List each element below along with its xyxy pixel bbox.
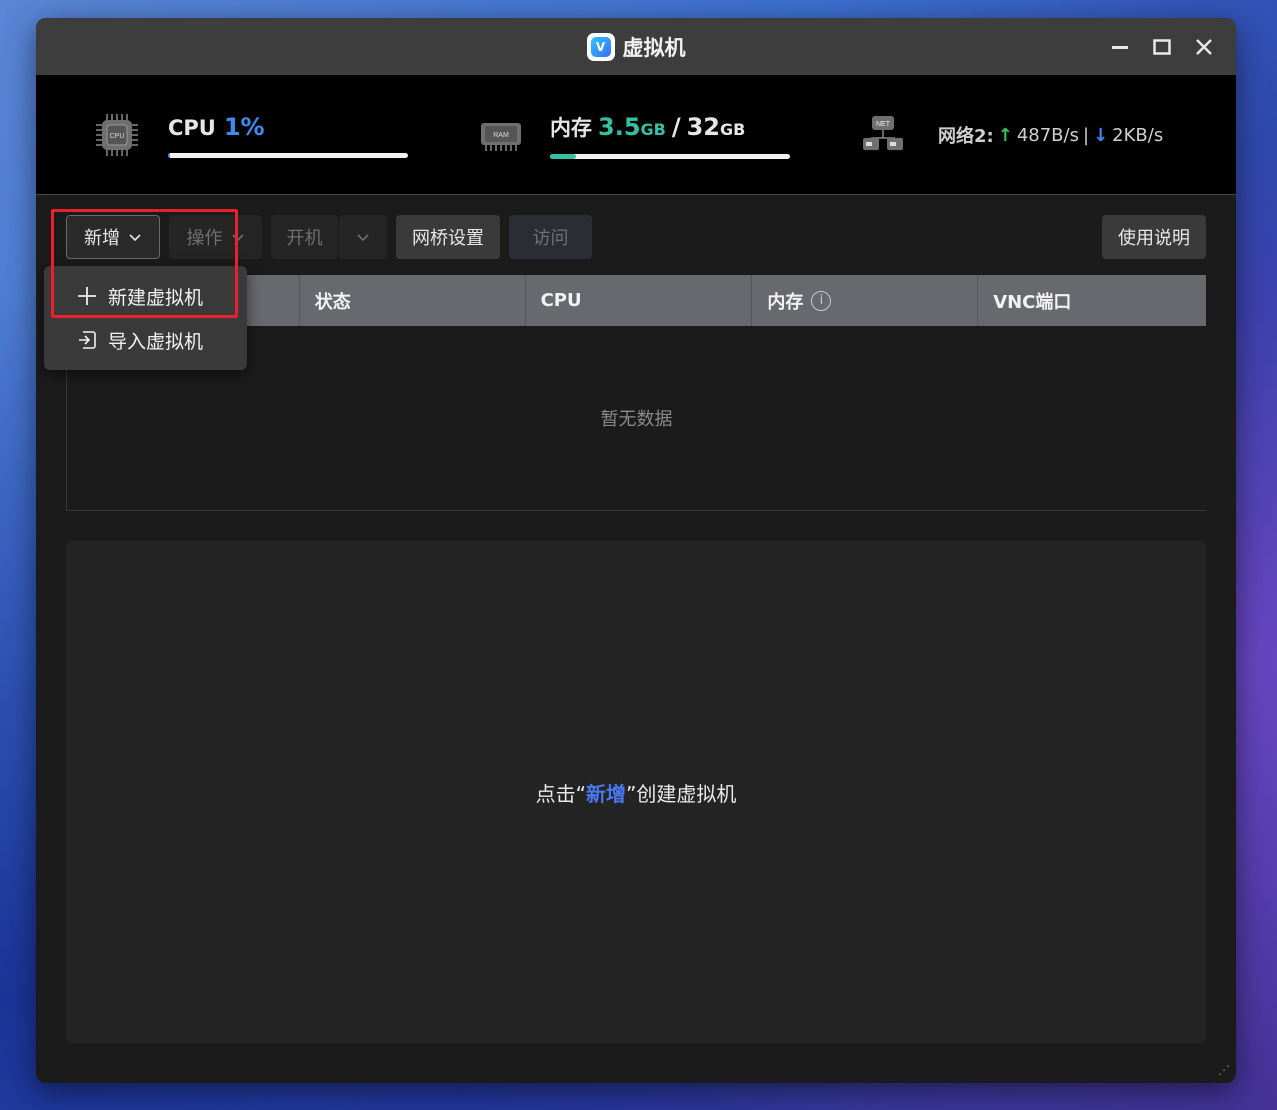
ram-icon-text: RAM <box>493 132 509 139</box>
net-icon-text: NET <box>876 121 891 128</box>
cpu-chip-icon: CPU <box>96 114 138 156</box>
operate-dropdown-button[interactable]: 操作 <box>169 215 262 259</box>
menu-item-new-vm[interactable]: 新建虚拟机 <box>44 274 247 318</box>
memory-monitor: RAM 内存 3.5GB / 32GB <box>478 75 790 195</box>
operate-button-label: 操作 <box>186 228 223 249</box>
cpu-label: CPU <box>168 115 216 140</box>
help-label: 使用说明 <box>1118 228 1190 249</box>
memory-used-value: 3.5GB <box>598 112 666 141</box>
cpu-value: 1% <box>223 112 265 141</box>
maximize-button[interactable] <box>1144 29 1180 65</box>
resize-grip-icon[interactable]: ⋰ <box>1218 1063 1230 1077</box>
close-button[interactable] <box>1186 29 1222 65</box>
upload-rate: 487B/s <box>1016 124 1079 146</box>
window-title: 虚拟机 <box>622 35 686 60</box>
add-dropdown-menu: 新建虚拟机 导入虚拟机 <box>44 266 247 370</box>
app-logo-icon: V <box>586 32 615 61</box>
memory-label: 内存 <box>550 115 592 140</box>
info-icon[interactable]: i <box>811 290 832 311</box>
memory-usage-bar <box>550 153 790 159</box>
toolbar: 新增 操作 开机 网桥设置 访问 使用说明 <box>66 215 1206 259</box>
app-logo-letter: V <box>590 36 611 57</box>
add-dropdown-button[interactable]: 新增 <box>66 215 160 259</box>
menu-item-label: 导入虚拟机 <box>108 330 204 353</box>
power-on-button[interactable]: 开机 <box>271 215 338 259</box>
memory-total-value: 32GB <box>686 112 746 141</box>
create-vm-hint: 点击“新增”创建虚拟机 <box>535 781 737 806</box>
network-label: 网络2: <box>938 126 994 147</box>
visit-label: 访问 <box>532 228 569 249</box>
close-icon <box>1196 38 1212 55</box>
menu-item-import-vm[interactable]: 导入虚拟机 <box>44 318 247 362</box>
column-header-status: 状态 <box>300 275 526 326</box>
upload-arrow-icon: ↑ <box>997 124 1013 146</box>
column-header-memory: 内存 i <box>752 275 979 326</box>
network-separator: | <box>1082 124 1090 146</box>
vm-window: V 虚拟机 CPU CPU 1% RAM 内存 3.5GB / 32GB NET… <box>36 18 1236 1083</box>
column-header-vnc-port: VNC端口 <box>993 291 1072 313</box>
bridge-settings-label: 网桥设置 <box>412 228 484 249</box>
maximize-icon <box>1153 38 1171 55</box>
chevron-down-icon <box>129 234 141 242</box>
network-monitor: NET 网络2: ↑ 487B/s | ↓ 2KB/s <box>860 75 1163 195</box>
title-bar[interactable]: V 虚拟机 <box>36 18 1236 75</box>
network-icon: NET <box>863 116 903 150</box>
table-empty-text: 暂无数据 <box>600 409 673 430</box>
power-on-label: 开机 <box>286 228 323 249</box>
ram-chip-icon: RAM <box>481 123 521 151</box>
help-button[interactable]: 使用说明 <box>1102 215 1206 259</box>
cpu-usage-fill <box>168 152 171 158</box>
memory-separator: / <box>671 112 681 141</box>
minimize-icon <box>1112 45 1128 49</box>
bridge-settings-button[interactable]: 网桥设置 <box>396 215 500 259</box>
resource-monitor: CPU CPU 1% RAM 内存 3.5GB / 32GB NET 网络2: … <box>36 75 1236 195</box>
cpu-icon-text: CPU <box>110 133 125 140</box>
download-arrow-icon: ↓ <box>1093 124 1109 146</box>
download-rate: 2KB/s <box>1112 124 1164 146</box>
add-button-label: 新增 <box>84 228 120 249</box>
cpu-usage-bar <box>168 152 408 158</box>
empty-state-panel: 点击“新增”创建虚拟机 <box>66 541 1206 1043</box>
minimize-button[interactable] <box>1102 29 1138 65</box>
plus-icon <box>76 285 98 307</box>
chevron-down-icon <box>357 234 369 242</box>
chevron-down-icon <box>231 234 244 242</box>
import-icon <box>76 329 98 351</box>
power-options-dropdown[interactable] <box>338 215 387 259</box>
column-header-cpu: CPU <box>526 275 753 326</box>
cpu-monitor: CPU CPU 1% <box>94 75 408 195</box>
memory-usage-fill <box>550 153 577 159</box>
visit-button[interactable]: 访问 <box>509 215 592 259</box>
network-throughput: 网络2: ↑ 487B/s | ↓ 2KB/s <box>938 122 1163 148</box>
menu-item-label: 新建虚拟机 <box>108 286 204 309</box>
hint-highlight: 新增 <box>586 781 626 806</box>
